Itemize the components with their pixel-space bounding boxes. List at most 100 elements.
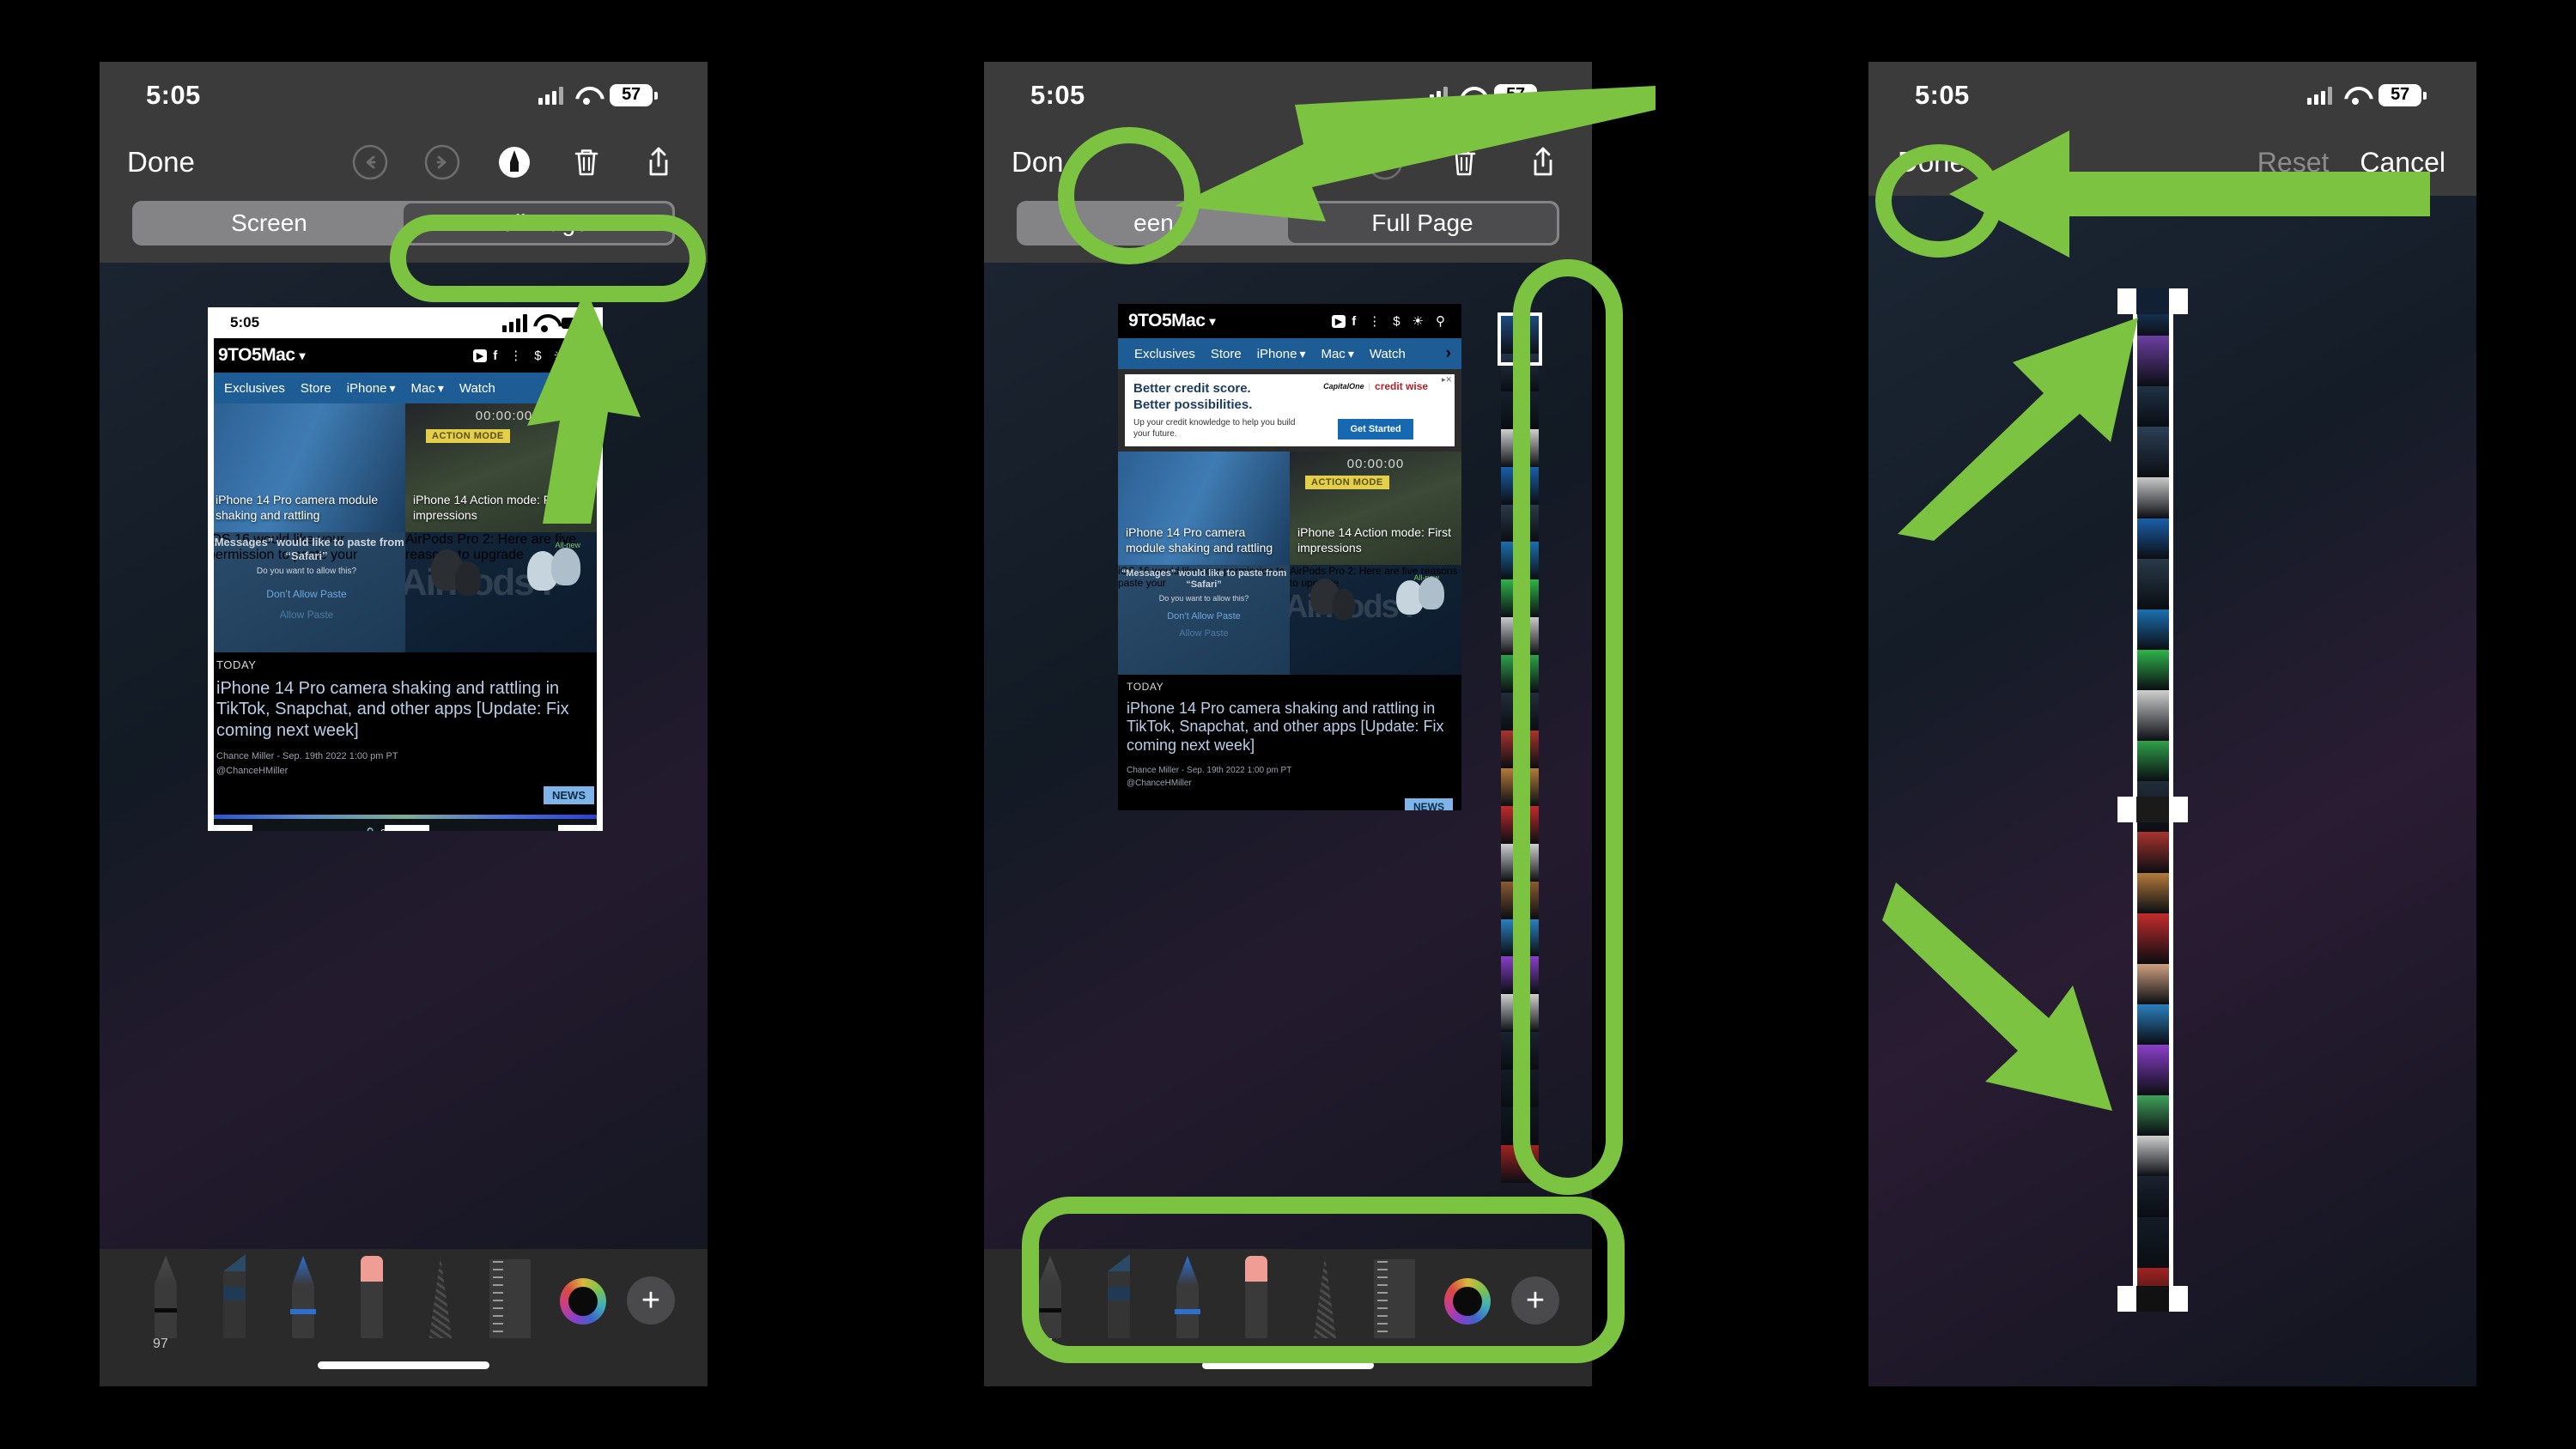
tile-airpods[interactable]: All-new AirPods P AirPods Pro 2: Here ar… [1290, 564, 1461, 675]
redo-icon[interactable] [1365, 142, 1405, 182]
chevron-right-icon[interactable]: › [587, 379, 594, 397]
pen-tool[interactable]: 97 [139, 1256, 192, 1351]
tile-paste-permission[interactable]: “Messages” would like to paste from “Saf… [1118, 564, 1290, 675]
advertisement[interactable]: ▸✕ Better credit score. Better possibili… [1118, 369, 1461, 452]
nav-watch[interactable]: Watch [452, 381, 503, 396]
lasso-tool[interactable] [414, 1256, 467, 1338]
facebook-icon[interactable]: f [1346, 314, 1362, 329]
ad-brand-right: credit wise [1375, 380, 1429, 392]
tile-action-mode[interactable]: 00:00:00 ACTION MODE iPhone 14 Action mo… [1290, 451, 1461, 565]
crop-handle-top-left[interactable] [208, 307, 252, 313]
youtube-icon[interactable]: ▶ [1331, 314, 1346, 328]
captured-page-card[interactable]: 9TO5Mac ▾ ▶ f ⋮ $ ☀ ⚲ Exclusives Store i… [1118, 304, 1461, 810]
search-icon[interactable]: ⚲ [571, 348, 592, 363]
lasso-tool[interactable] [1298, 1256, 1352, 1338]
captured-page-card[interactable]: 5:05 9TO5Mac ▾ ▶ f ⋮ $ ☀ ⚲ Exclusives St… [208, 307, 603, 831]
markup-pen-icon[interactable] [495, 142, 534, 182]
dollar-icon[interactable]: $ [1387, 314, 1406, 329]
byline-handle[interactable]: @ChanceHMiller [216, 766, 288, 776]
appearance-icon[interactable]: ☀ [1406, 313, 1430, 329]
dollar-icon[interactable]: $ [528, 349, 547, 363]
marker-tool[interactable] [208, 1254, 261, 1338]
reset-button[interactable]: Reset [2257, 147, 2330, 179]
byline-date: - Sep. 19th 2022 1:00 pm PT [276, 751, 398, 762]
article-headline[interactable]: iPhone 14 Pro camera shaking and rattlin… [1118, 694, 1461, 756]
crop-handle-bottom-left[interactable] [208, 825, 252, 831]
crop-handle-bottom-center[interactable] [385, 825, 429, 831]
search-icon[interactable]: ⚲ [1430, 313, 1451, 329]
add-tool-button[interactable]: + [1511, 1276, 1559, 1325]
youtube-icon[interactable]: ▶ [472, 349, 488, 362]
chevron-down-icon: ▾ [437, 380, 444, 395]
site-logo[interactable]: 9TO5Mac ▾ [218, 345, 305, 366]
nav-mac[interactable]: Mac ▾ [403, 381, 451, 396]
tab-screen[interactable]: een [1019, 203, 1288, 243]
nav-iphone[interactable]: iPhone ▾ [1249, 347, 1314, 361]
trash-icon[interactable] [1444, 142, 1484, 182]
color-wheel-icon[interactable] [560, 1278, 606, 1325]
share-icon[interactable] [1523, 142, 1563, 182]
screenshot-preview-2: 9TO5Mac ▾ ▶ f ⋮ $ ☀ ⚲ Exclusives Store i… [984, 263, 1592, 1386]
add-tool-button[interactable]: + [627, 1276, 675, 1325]
ruler-tool[interactable] [483, 1256, 543, 1338]
undo-icon[interactable] [1286, 142, 1326, 182]
undo-icon[interactable] [350, 142, 390, 182]
tile-iphone14pro[interactable]: iPhone 14 Pro camera module shaking and … [1118, 451, 1290, 565]
site-logo[interactable]: 9TO5Mac ▾ [1128, 311, 1215, 331]
tab-full-page[interactable]: Full Page [1288, 203, 1557, 243]
done-button[interactable]: Don [1012, 146, 1064, 179]
byline-handle[interactable]: @ChanceHMiller [1127, 779, 1192, 788]
pen-tool[interactable]: 97 [1024, 1256, 1077, 1351]
appearance-icon[interactable]: ☀ [548, 348, 571, 363]
color-wheel-icon[interactable] [1444, 1278, 1491, 1325]
crop-edge-left[interactable] [208, 307, 214, 831]
cancel-button[interactable]: Cancel [2360, 147, 2445, 179]
crop-handle-bottom-right[interactable] [558, 825, 603, 831]
chevron-down-icon: ▾ [389, 380, 396, 395]
facebook-icon[interactable]: f [487, 349, 503, 363]
cellular-signal-icon [538, 86, 563, 105]
ad-close-icon[interactable]: ▸✕ [1442, 375, 1452, 385]
more-icon[interactable]: ⋮ [1362, 313, 1387, 329]
eraser-tool[interactable] [1230, 1256, 1283, 1338]
nav-exclusives[interactable]: Exclusives [1127, 347, 1203, 361]
status-badge: NEWS [544, 786, 594, 805]
tile-airpods[interactable]: All-new AirPods P AirPods Pro 2: Here ar… [405, 532, 603, 652]
scrubber-current-page-indicator[interactable] [1498, 312, 1542, 366]
tab-screen[interactable]: Screen [135, 203, 404, 243]
crop-handle-top-center[interactable] [385, 307, 429, 313]
chevron-right-icon[interactable]: › [1446, 344, 1453, 363]
more-icon[interactable]: ⋮ [503, 348, 528, 363]
capture-mode-segmented-1: Screen Full Page [100, 196, 708, 263]
nav-watch[interactable]: Watch [1362, 347, 1413, 361]
nav-iphone[interactable]: iPhone ▾ [339, 381, 404, 396]
redo-icon[interactable] [422, 142, 462, 182]
top-handle-inner [2136, 288, 2169, 314]
ruler-tool[interactable] [1367, 1256, 1427, 1338]
crop-edge-right[interactable] [597, 307, 603, 831]
tile-iphone14pro[interactable]: iPhone 14 Pro camera module shaking and … [208, 403, 405, 532]
nav-exclusives[interactable]: Exclusives [216, 381, 293, 396]
eraser-tool[interactable] [345, 1256, 398, 1338]
tile-paste-permission[interactable]: “Messages” would like to paste from “Saf… [208, 532, 405, 652]
chevron-down-icon[interactable]: ▾ [1210, 314, 1216, 329]
tile-action-mode[interactable]: 00:00:00 ACTION MODE iPhone 14 Action mo… [405, 403, 603, 532]
nav-store[interactable]: Store [1203, 347, 1249, 361]
article-headline[interactable]: iPhone 14 Pro camera shaking and rattlin… [208, 673, 603, 742]
ad-cta-button[interactable]: Get Started [1338, 418, 1413, 440]
trash-icon[interactable] [567, 142, 606, 182]
page-thumbnail-scrubber[interactable] [1501, 316, 1539, 1183]
pencil-tool[interactable] [1161, 1256, 1214, 1338]
done-button[interactable]: Done [127, 146, 195, 179]
nav-mac[interactable]: Mac ▾ [1313, 347, 1361, 361]
tile-timer: 00:00:00 [475, 409, 533, 423]
tab-full-page[interactable]: Full Page [404, 203, 672, 243]
chevron-down-icon[interactable]: ▾ [300, 349, 306, 363]
done-button[interactable]: Done [1898, 146, 1965, 179]
article-byline: Chance Miller - Sep. 19th 2022 1:00 pm P… [208, 741, 603, 779]
dialog-sub: Do you want to allow this? [256, 566, 357, 576]
nav-store[interactable]: Store [293, 381, 339, 396]
pencil-tool[interactable] [276, 1256, 330, 1338]
share-icon[interactable] [639, 142, 678, 182]
marker-tool[interactable] [1092, 1254, 1145, 1338]
